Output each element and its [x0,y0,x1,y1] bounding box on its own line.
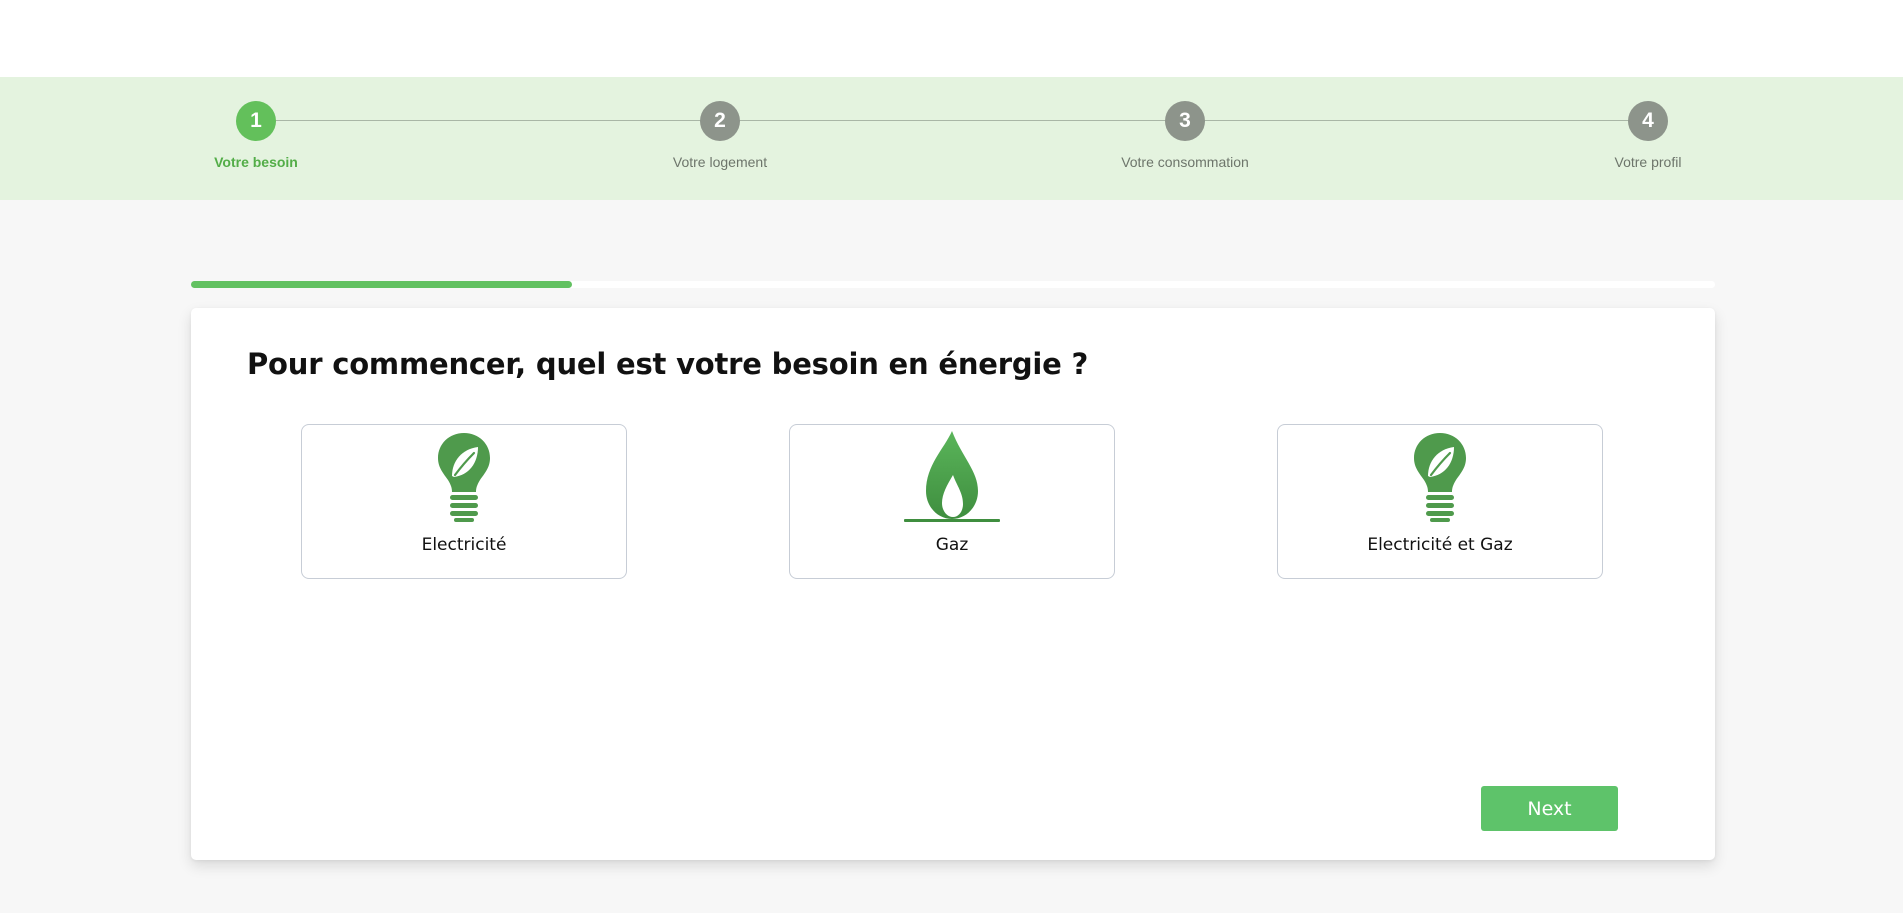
progress-bar [191,281,1715,288]
step-label: Votre profil [1614,154,1682,170]
question-title: Pour commencer, quel est votre besoin en… [247,347,1089,381]
option-label: Gaz [935,535,969,555]
step-label: Votre logement [672,154,768,170]
question-card: Pour commencer, quel est votre besoin en… [191,308,1715,860]
step-number-circle: 2 [700,101,740,141]
step-label: Votre besoin [214,154,298,170]
step-4[interactable]: 4 Votre profil [1548,101,1748,170]
option-label: Electricité et Gaz [1367,535,1513,555]
option-electricite-et-gaz[interactable]: Electricité et Gaz [1277,424,1603,579]
option-label: Electricité [421,535,507,555]
next-button[interactable]: Next [1481,786,1618,831]
eco-lightbulb-icon [1414,433,1466,522]
step-number-circle: 3 [1165,101,1205,141]
step-number-circle: 1 [236,101,276,141]
option-electricite[interactable]: Electricité [301,424,627,579]
stepper-connector-line [256,120,1648,121]
eco-lightbulb-icon [438,433,490,522]
step-3[interactable]: 3 Votre consommation [1085,101,1285,170]
step-label: Votre consommation [1121,154,1249,170]
top-bar [0,0,1903,77]
step-number-circle: 4 [1628,101,1668,141]
gas-flame-icon [904,431,1000,522]
step-2[interactable]: 2 Votre logement [620,101,820,170]
progress-bar-fill [191,281,572,288]
step-1[interactable]: 1 Votre besoin [156,101,356,170]
option-gaz[interactable]: Gaz [789,424,1115,579]
step-indicator: 1 Votre besoin 2 Votre logement 3 Votre … [0,77,1903,200]
